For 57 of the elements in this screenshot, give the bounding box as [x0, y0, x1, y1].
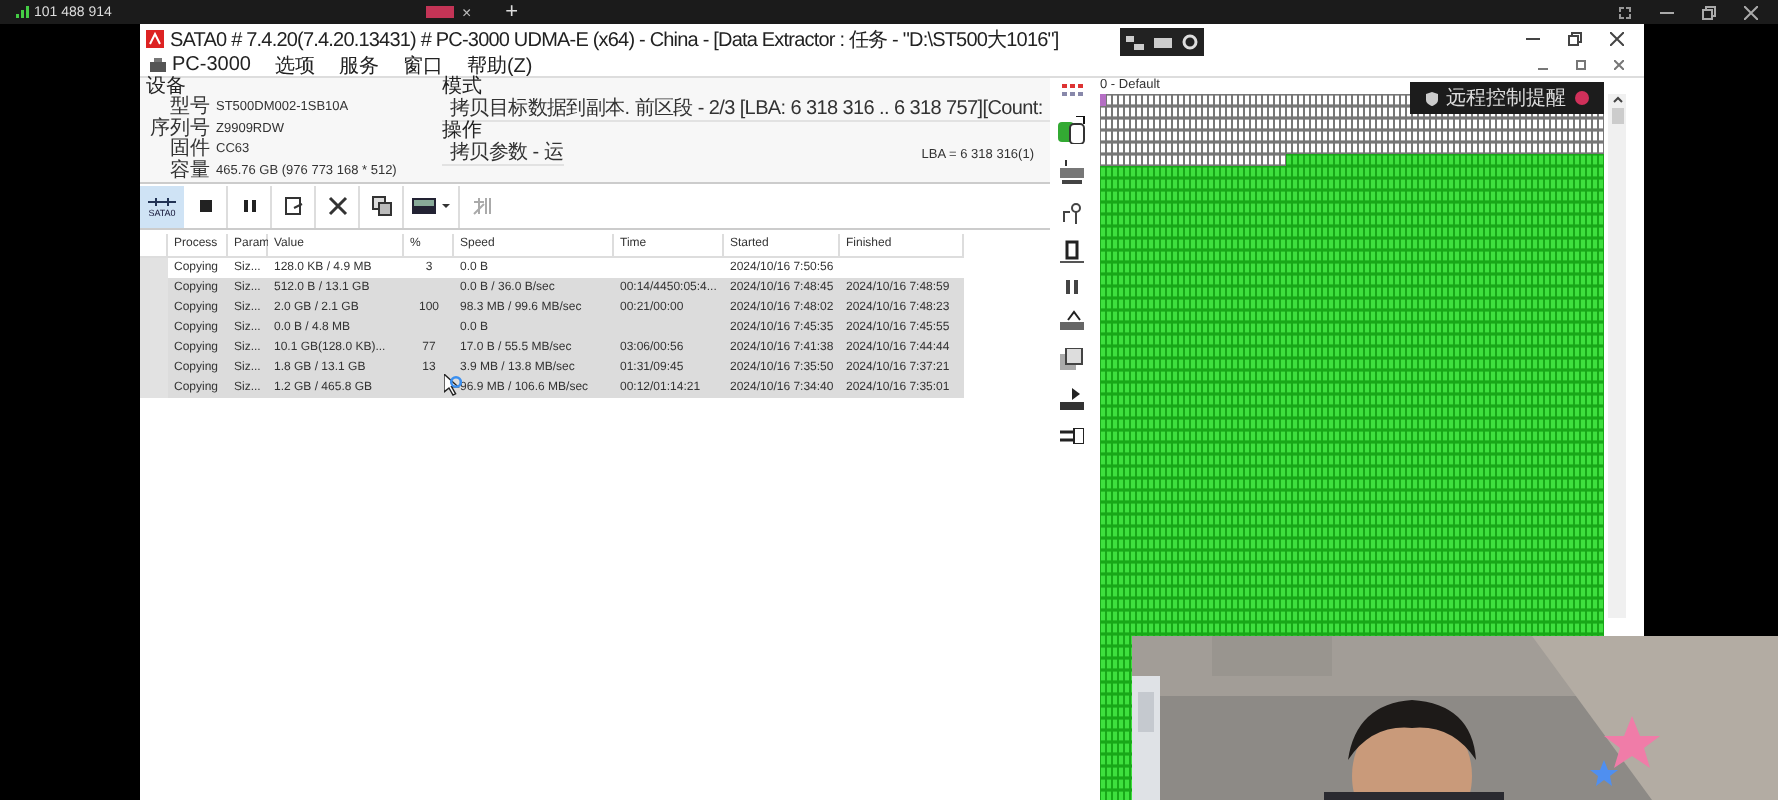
app-logo-icon: [146, 30, 164, 48]
tab-close-button[interactable]: ×: [462, 3, 472, 21]
text-tool-icon: [472, 196, 492, 216]
probe-icon[interactable]: [1062, 200, 1082, 224]
menu-item[interactable]: PC-3000: [150, 54, 251, 76]
restore-icon[interactable]: [1568, 32, 1582, 46]
resize-icon[interactable]: [1125, 35, 1144, 49]
windows-icon: [371, 196, 391, 216]
signal-icon: [16, 6, 30, 18]
mouse-pointer-icon: [444, 374, 462, 396]
window-title: SATA0 # 7.4.20(7.4.20.13431) # PC-3000 UDMA-E (x64) - China - [Data Extractor : 任务 - "D:\ST500大1016"]: [170, 27, 1059, 53]
new-tab-button[interactable]: +: [505, 0, 519, 24]
pause-icon[interactable]: [1066, 280, 1078, 294]
connector-icon: [148, 195, 176, 207]
pause-icon: [243, 200, 255, 212]
copy-window-icon[interactable]: [1060, 348, 1084, 372]
mode-text: 拷贝目标数据到副本. 前区段 - 2/3 [LBA: 6 318 316 .. 6 318 757][Count:: [442, 98, 1050, 122]
connector-icon[interactable]: [1060, 428, 1084, 444]
close-icon[interactable]: [1614, 60, 1624, 70]
field-label: 容量: [168, 161, 210, 182]
database-copy-icon[interactable]: [1058, 116, 1086, 144]
shield-icon: [1426, 91, 1438, 105]
notification-text: 远程控制提醒: [1446, 85, 1566, 112]
document-icon: [283, 196, 303, 216]
monitor-icon: [411, 196, 451, 216]
scrollbar[interactable]: [1608, 94, 1626, 618]
row-header: [140, 258, 168, 278]
group-heading: 操作: [442, 122, 484, 142]
restore-icon[interactable]: [1702, 5, 1716, 19]
menu-item[interactable]: 选项: [274, 51, 315, 79]
operation-text: 拷贝参数 - 运: [442, 142, 563, 166]
field-label: 序列号: [148, 119, 210, 139]
drive-icon: [150, 57, 166, 73]
group-heading: 设备: [146, 78, 186, 98]
screen-icon[interactable]: [1153, 35, 1172, 49]
group-heading: 模式: [442, 78, 484, 98]
remote-toolbar[interactable]: [1120, 28, 1204, 56]
settings-icon[interactable]: [1182, 34, 1199, 50]
stop-icon: [199, 200, 211, 212]
menu-item[interactable]: 窗口: [402, 51, 443, 79]
browser-tab[interactable]: ×: [420, 2, 478, 22]
fullscreen-icon[interactable]: [1618, 5, 1632, 19]
scroll-up-icon[interactable]: [1611, 94, 1623, 104]
play-drive-icon[interactable]: [1060, 388, 1084, 412]
close-icon[interactable]: [1610, 32, 1624, 46]
field-label: 固件: [168, 140, 210, 160]
close-icon[interactable]: [1744, 5, 1758, 19]
tools-icon: [327, 196, 347, 216]
notification-toast[interactable]: 远程控制提醒: [1410, 82, 1604, 114]
restore-icon[interactable]: [1576, 60, 1586, 70]
menu-item[interactable]: 服务: [338, 51, 379, 79]
badge-dot-icon: [1574, 90, 1590, 106]
head-map-icon[interactable]: [1060, 310, 1084, 332]
row-header: [140, 378, 168, 398]
scroll-thumb[interactable]: [1611, 108, 1623, 124]
field-label: 型号: [170, 98, 210, 118]
dots-grid-icon: [1061, 84, 1083, 100]
